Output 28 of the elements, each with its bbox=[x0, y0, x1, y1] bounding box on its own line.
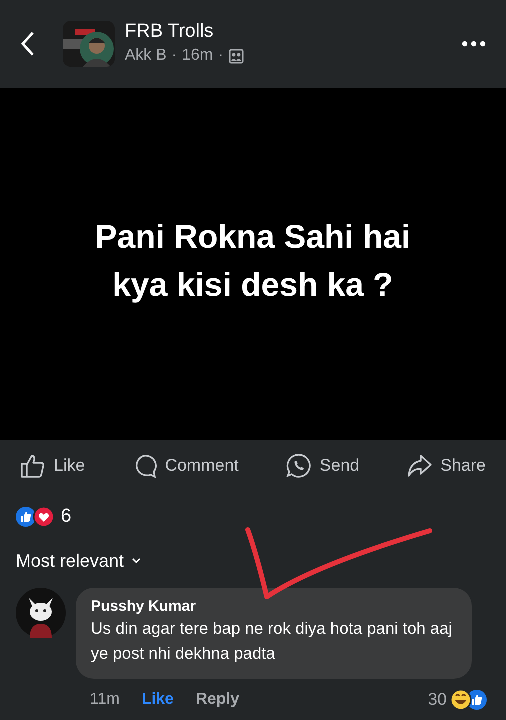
separator: · bbox=[218, 46, 224, 66]
reaction-count[interactable]: 6 bbox=[61, 502, 72, 532]
share-button[interactable]: Share bbox=[406, 453, 486, 479]
post-time: 16m bbox=[182, 46, 214, 66]
reaction-icons bbox=[450, 689, 488, 711]
thumbs-up-icon bbox=[20, 453, 46, 479]
comment-author[interactable]: Pusshy Kumar bbox=[91, 597, 457, 617]
chevron-down-icon bbox=[132, 558, 142, 564]
reply-link[interactable]: Reply bbox=[196, 688, 240, 712]
sort-dropdown[interactable]: Most relevant bbox=[16, 548, 142, 574]
comment-like-link[interactable]: Like bbox=[142, 688, 174, 712]
post-text-line: kya kisi desh ka ? bbox=[112, 265, 394, 305]
author-name[interactable]: Akk B bbox=[125, 44, 167, 68]
page-name[interactable]: FRB Trolls bbox=[125, 20, 462, 44]
phone-bubble-icon bbox=[286, 453, 312, 479]
send-button[interactable]: Send bbox=[286, 453, 360, 479]
comment-text: Us din agar tere bap ne rok diya hota pani toh aaj ye post nhi dekhna padta bbox=[91, 619, 454, 665]
like-button[interactable]: Like bbox=[20, 453, 86, 479]
comment-reaction-count: 30 bbox=[428, 689, 447, 712]
more-icon[interactable] bbox=[462, 41, 486, 47]
group-icon bbox=[228, 48, 244, 64]
post-text-line: Pani Rokna Sahi hai bbox=[95, 217, 411, 257]
share-arrow-icon bbox=[406, 454, 433, 478]
comment-time: 11m bbox=[90, 690, 120, 710]
back-icon[interactable] bbox=[20, 31, 36, 57]
comment-button[interactable]: Comment bbox=[132, 453, 239, 479]
cat-avatar[interactable] bbox=[16, 588, 66, 638]
separator: · bbox=[172, 46, 178, 66]
